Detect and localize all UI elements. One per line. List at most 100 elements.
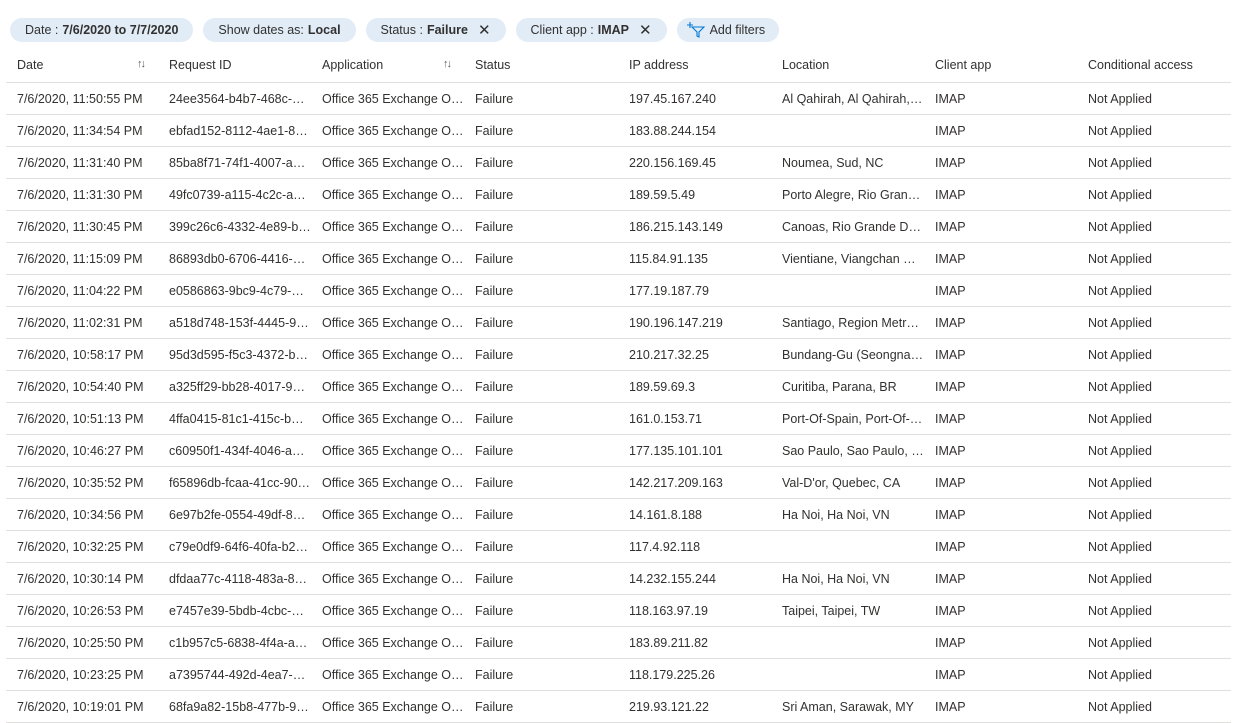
table-row[interactable]: 7/6/2020, 10:23:25 PM a7395744-492d-4ea7-…	[6, 658, 1231, 691]
column-header-label: Date	[17, 58, 44, 72]
table-row[interactable]: 7/6/2020, 10:35:52 PM f65896db-fcaa-41cc-…	[6, 466, 1231, 499]
table-row[interactable]: 7/6/2020, 10:26:53 PM e7457e39-5bdb-4cbc-…	[6, 594, 1231, 627]
cell-status: Failure	[464, 338, 618, 371]
cell-location	[771, 626, 924, 659]
cell-application: Office 365 Exchange O…	[311, 146, 464, 179]
add-filters-button[interactable]: Add filters	[676, 18, 780, 42]
cell-request-id: e7457e39-5bdb-4cbc-…	[158, 594, 311, 627]
show-dates-value: Local	[307, 23, 341, 37]
cell-application: Office 365 Exchange O…	[311, 658, 464, 691]
cell-conditional-access: Not Applied	[1077, 178, 1231, 211]
table-row[interactable]: 7/6/2020, 10:54:40 PM a325ff29-bb28-4017-…	[6, 370, 1231, 403]
cell-conditional-access: Not Applied	[1077, 562, 1231, 595]
cell-conditional-access: Not Applied	[1077, 658, 1231, 691]
sort-arrows-icon[interactable]: ↑↓	[443, 58, 452, 70]
cell-client-app: IMAP	[924, 306, 1077, 339]
close-icon[interactable]: ✕	[639, 23, 652, 38]
cell-status: Failure	[464, 274, 618, 307]
cell-date: 7/6/2020, 10:26:53 PM	[6, 594, 158, 627]
date-filter-pill[interactable]: Date : 7/6/2020 to 7/7/2020	[10, 18, 194, 42]
cell-ip-address: 183.89.211.82	[618, 626, 771, 659]
table-row[interactable]: 7/6/2020, 11:02:31 PM a518d748-153f-4445-…	[6, 306, 1231, 339]
table-row[interactable]: 7/6/2020, 11:50:55 PM 24ee3564-b4b7-468c-…	[6, 82, 1231, 115]
cell-application: Office 365 Exchange O…	[311, 306, 464, 339]
cell-location: Bundang-Gu (Seongna…	[771, 338, 924, 371]
cell-conditional-access: Not Applied	[1077, 82, 1231, 115]
cell-conditional-access: Not Applied	[1077, 530, 1231, 563]
table-row[interactable]: 7/6/2020, 10:46:27 PM c60950f1-434f-4046-…	[6, 434, 1231, 467]
table-row[interactable]: 7/6/2020, 11:34:54 PM ebfad152-8112-4ae1-…	[6, 114, 1231, 147]
column-header-request-id[interactable]: Request ID	[158, 48, 311, 83]
cell-application: Office 365 Exchange O…	[311, 82, 464, 115]
table-row[interactable]: 7/6/2020, 10:34:56 PM 6e97b2fe-0554-49df-…	[6, 498, 1231, 531]
cell-request-id: a518d748-153f-4445-9…	[158, 306, 311, 339]
cell-status: Failure	[464, 562, 618, 595]
column-header-application[interactable]: Application ↑↓	[311, 48, 464, 83]
show-dates-label: Show dates as:	[218, 23, 304, 37]
cell-status: Failure	[464, 370, 618, 403]
table-row[interactable]: 7/6/2020, 11:04:22 PM e0586863-9bc9-4c79-…	[6, 274, 1231, 307]
cell-client-app: IMAP	[924, 530, 1077, 563]
cell-location: Ha Noi, Ha Noi, VN	[771, 562, 924, 595]
cell-request-id: 49fc0739-a115-4c2c-a…	[158, 178, 311, 211]
cell-client-app: IMAP	[924, 178, 1077, 211]
cell-status: Failure	[464, 242, 618, 275]
cell-client-app: IMAP	[924, 402, 1077, 435]
close-icon[interactable]: ✕	[478, 23, 491, 38]
table-row[interactable]: 7/6/2020, 11:31:30 PM 49fc0739-a115-4c2c-…	[6, 178, 1231, 211]
cell-location: Ha Noi, Ha Noi, VN	[771, 498, 924, 531]
column-header-location[interactable]: Location	[771, 48, 924, 83]
cell-request-id: c1b957c5-6838-4f4a-a…	[158, 626, 311, 659]
cell-status: Failure	[464, 146, 618, 179]
column-header-ip-address[interactable]: IP address	[618, 48, 771, 83]
cell-client-app: IMAP	[924, 274, 1077, 307]
table-row[interactable]: 7/6/2020, 11:15:09 PM 86893db0-6706-4416-…	[6, 242, 1231, 275]
table-row[interactable]: 7/6/2020, 10:51:13 PM 4ffa0415-81c1-415c-…	[6, 402, 1231, 435]
show-dates-pill[interactable]: Show dates as: Local	[203, 18, 356, 42]
cell-application: Office 365 Exchange O…	[311, 370, 464, 403]
cell-ip-address: 161.0.153.71	[618, 402, 771, 435]
cell-application: Office 365 Exchange O…	[311, 178, 464, 211]
cell-location: Curitiba, Parana, BR	[771, 370, 924, 403]
cell-application: Office 365 Exchange O…	[311, 402, 464, 435]
cell-date: 7/6/2020, 10:23:25 PM	[6, 658, 158, 691]
column-header-client-app[interactable]: Client app	[924, 48, 1077, 83]
cell-application: Office 365 Exchange O…	[311, 338, 464, 371]
cell-ip-address: 177.135.101.101	[618, 434, 771, 467]
cell-client-app: IMAP	[924, 658, 1077, 691]
table-row[interactable]: 7/6/2020, 10:19:01 PM 68fa9a82-15b8-477b-…	[6, 690, 1231, 723]
column-header-date[interactable]: Date ↑↓	[6, 48, 158, 83]
cell-conditional-access: Not Applied	[1077, 146, 1231, 179]
cell-date: 7/6/2020, 11:34:54 PM	[6, 114, 158, 147]
cell-conditional-access: Not Applied	[1077, 434, 1231, 467]
cell-location: Port-Of-Spain, Port-Of-…	[771, 402, 924, 435]
cell-status: Failure	[464, 210, 618, 243]
column-header-status[interactable]: Status	[464, 48, 618, 83]
column-header-label: Status	[475, 58, 511, 72]
cell-status: Failure	[464, 466, 618, 499]
cell-status: Failure	[464, 402, 618, 435]
client-app-filter-label: Client app :	[530, 23, 594, 37]
cell-application: Office 365 Exchange O…	[311, 210, 464, 243]
cell-ip-address: 189.59.69.3	[618, 370, 771, 403]
table-row[interactable]: 7/6/2020, 10:25:50 PM c1b957c5-6838-4f4a-…	[6, 626, 1231, 659]
sort-arrows-icon[interactable]: ↑↓	[137, 58, 146, 70]
cell-client-app: IMAP	[924, 466, 1077, 499]
cell-client-app: IMAP	[924, 626, 1077, 659]
cell-conditional-access: Not Applied	[1077, 370, 1231, 403]
cell-location: Noumea, Sud, NC	[771, 146, 924, 179]
client-app-filter-pill[interactable]: Client app : IMAP ✕	[515, 18, 667, 42]
table-row[interactable]: 7/6/2020, 11:30:45 PM 399c26c6-4332-4e89-…	[6, 210, 1231, 243]
table-row[interactable]: 7/6/2020, 10:30:14 PM dfdaa77c-4118-483a-…	[6, 562, 1231, 595]
cell-request-id: 6e97b2fe-0554-49df-8…	[158, 498, 311, 531]
table-row[interactable]: 7/6/2020, 10:32:25 PM c79e0df9-64f6-40fa-…	[6, 530, 1231, 563]
cell-location: Sri Aman, Sarawak, MY	[771, 690, 924, 723]
cell-client-app: IMAP	[924, 498, 1077, 531]
table-row[interactable]: 7/6/2020, 10:58:17 PM 95d3d595-f5c3-4372-…	[6, 338, 1231, 371]
status-filter-pill[interactable]: Status : Failure ✕	[365, 18, 506, 42]
column-header-conditional-access[interactable]: Conditional access	[1077, 48, 1231, 83]
cell-request-id: 4ffa0415-81c1-415c-b…	[158, 402, 311, 435]
cell-status: Failure	[464, 530, 618, 563]
table-row[interactable]: 7/6/2020, 11:31:40 PM 85ba8f71-74f1-4007-…	[6, 146, 1231, 179]
cell-date: 7/6/2020, 10:54:40 PM	[6, 370, 158, 403]
